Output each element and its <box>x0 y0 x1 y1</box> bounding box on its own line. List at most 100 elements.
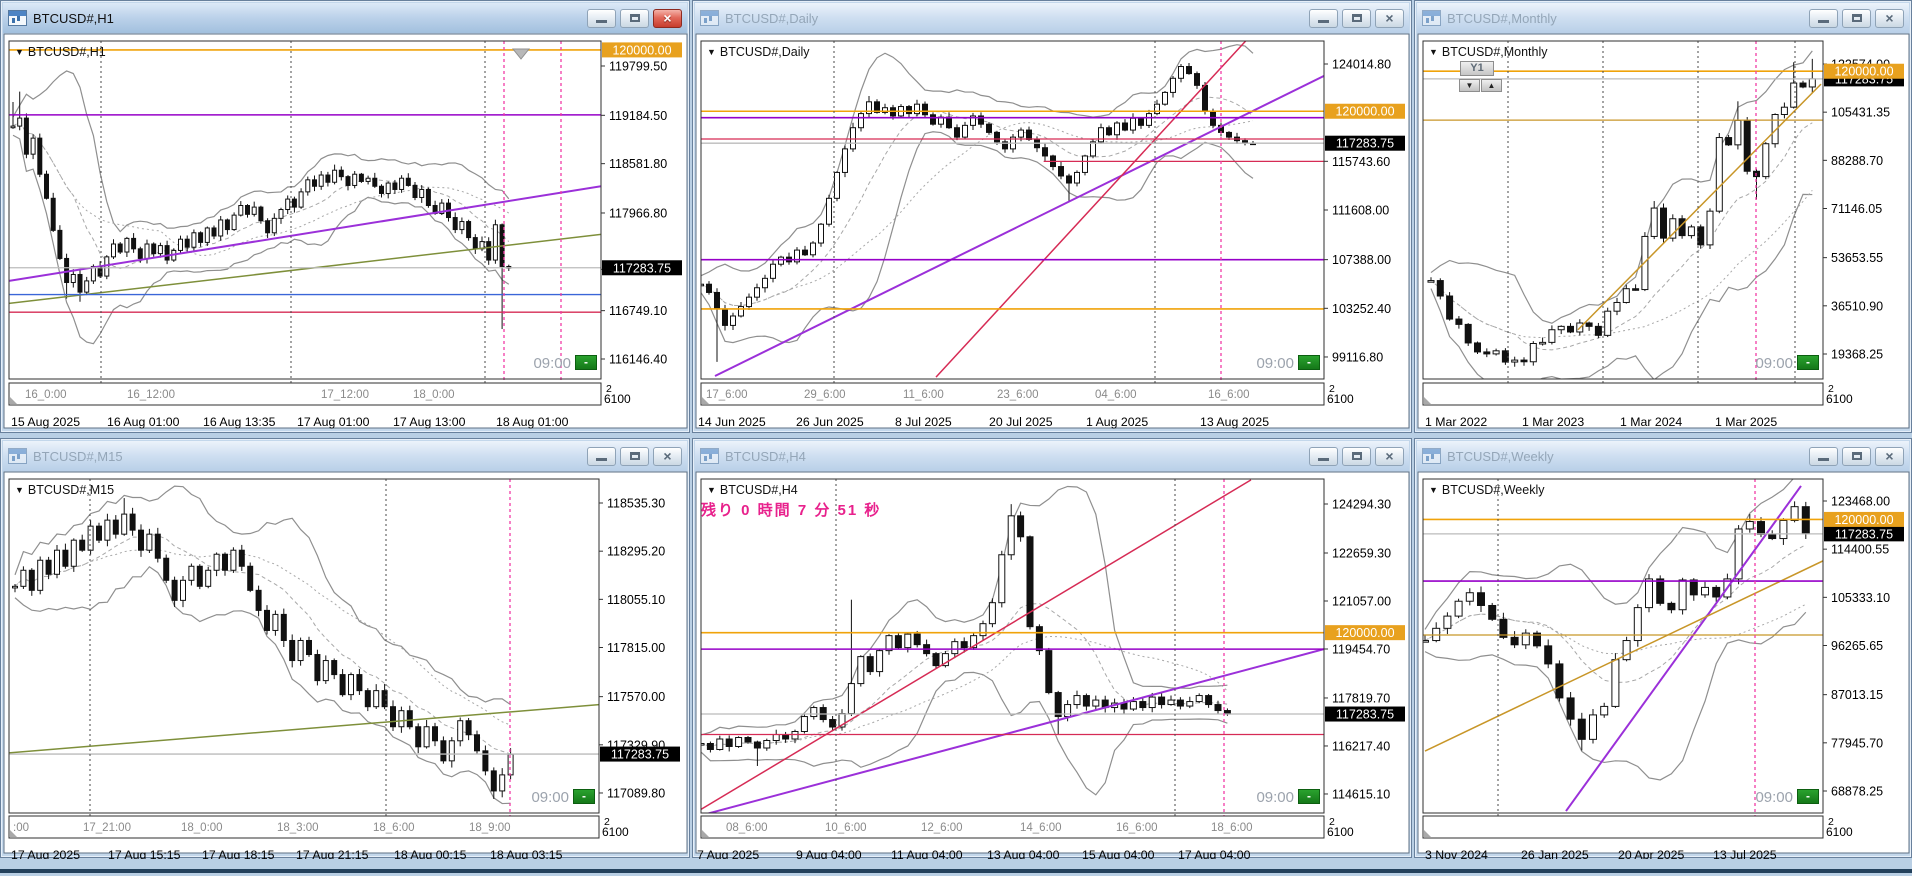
arrow-down-button[interactable]: ▼ <box>1459 79 1480 92</box>
maximize-button[interactable] <box>1342 447 1371 466</box>
x-axis-label: 1 Mar 2023 <box>1522 415 1584 429</box>
chart-window-weekly: 123468.00114400.55105333.1096265.6587013… <box>1414 438 1912 858</box>
window-titlebar[interactable]: BTCUSD#,Weekly × <box>1417 441 1909 471</box>
y-axis-label: 115743.60 <box>1332 155 1390 169</box>
maximize-button[interactable] <box>1342 9 1371 28</box>
y-axis-label: 114615.10 <box>1332 787 1390 801</box>
window-title: BTCUSD#,Weekly <box>1447 449 1805 464</box>
subwindow-time-label: 18_0:00 <box>181 822 223 834</box>
subwindow-time-label: 18_3:00 <box>277 822 319 834</box>
y-axis-label: 19368.25 <box>1831 347 1883 361</box>
x-axis-label: 18 Aug 00:15 <box>394 848 467 859</box>
chevron-down-icon: ▼ <box>15 485 24 495</box>
x-axis-label: 14 Jun 2025 <box>698 415 766 429</box>
subwindow-time-label: 18_9:00 <box>469 822 511 834</box>
price-marker: 120000.00 <box>1325 104 1405 119</box>
minimize-button[interactable] <box>587 9 616 28</box>
close-icon: × <box>1385 449 1393 463</box>
symbol-label[interactable]: ▼BTCUSD#,H1 <box>15 45 106 59</box>
window-titlebar[interactable]: BTCUSD#,H1 × <box>3 3 687 33</box>
x-axis-label: 13 Jul 2025 <box>1713 848 1777 859</box>
chevron-down-icon: ▼ <box>707 47 716 57</box>
subwindow-time-label: 14_6:00 <box>1020 822 1062 834</box>
window-title: BTCUSD#,Daily <box>725 11 1305 26</box>
ea-minimize-chip[interactable]: - <box>1797 789 1819 804</box>
price-marker: 120000.00 <box>602 42 682 57</box>
minimize-icon <box>1318 20 1329 23</box>
minimize-button[interactable] <box>1809 447 1838 466</box>
minimize-button[interactable] <box>1309 447 1338 466</box>
subwindow-time-label: 10_6:00 <box>825 822 867 834</box>
y-axis-label: 118055.10 <box>607 593 665 607</box>
symbol-label[interactable]: ▼BTCUSD#,H4 <box>707 483 798 497</box>
x-axis-label: 26 Jan 2025 <box>1521 848 1589 859</box>
maximize-button[interactable] <box>620 9 649 28</box>
x-axis-label: 15 Aug 2025 <box>11 415 80 429</box>
session-time-label: 09:00 <box>1723 789 1793 806</box>
ea-minimize-chip[interactable]: - <box>575 355 597 370</box>
subwindow-time-label: 17_21:00 <box>83 822 131 834</box>
y-axis-label: 117570.00 <box>607 690 665 704</box>
maximize-button[interactable] <box>620 447 649 466</box>
y-axis-label: 116749.10 <box>609 304 667 318</box>
y1-indicator-button[interactable]: Y1 <box>1460 61 1494 76</box>
y-axis-label: 119184.50 <box>609 109 667 123</box>
close-button[interactable]: × <box>653 447 682 466</box>
arrow-up-button[interactable]: ▲ <box>1481 79 1502 92</box>
x-axis-label: 3 Nov 2024 <box>1425 848 1488 859</box>
window-title: BTCUSD#,H4 <box>725 449 1305 464</box>
subwindow-time-label: 16_6:00 <box>1116 822 1158 834</box>
y-axis-label: 123468.00 <box>1831 494 1890 508</box>
x-axis-label: 16 Aug 13:35 <box>203 415 276 429</box>
close-button[interactable]: × <box>653 9 682 28</box>
window-titlebar[interactable]: BTCUSD#,M15 × <box>3 441 687 471</box>
x-axis-label: 8 Jul 2025 <box>895 415 952 429</box>
svg-text:117283.75: 117283.75 <box>1336 708 1394 722</box>
window-titlebar[interactable]: BTCUSD#,H4 × <box>695 441 1409 471</box>
chart-canvas-weekly[interactable]: 123468.00114400.55105333.1096265.6587013… <box>1415 439 1912 859</box>
close-button[interactable]: × <box>1875 9 1904 28</box>
price-marker: 120000.00 <box>1824 64 1904 79</box>
close-button[interactable]: × <box>1375 9 1404 28</box>
x-axis-label: 17 Aug 13:00 <box>393 415 466 429</box>
close-icon: × <box>1885 11 1893 25</box>
close-button[interactable]: × <box>1875 447 1904 466</box>
y-axis-label: 111608.00 <box>1332 203 1389 217</box>
ea-minimize-chip[interactable]: - <box>573 789 595 804</box>
y-axis-label: 118581.80 <box>609 157 667 171</box>
window-titlebar[interactable]: BTCUSD#,Monthly × <box>1417 3 1909 33</box>
bar-countdown-label: 残り 0 時間 7 分 51 秒 <box>701 499 881 520</box>
y-axis-label: 116217.40 <box>1332 739 1390 753</box>
subwindow-scale-min: 6100 <box>1327 825 1354 839</box>
maximize-button[interactable] <box>1842 9 1871 28</box>
y-axis-label: 96265.65 <box>1831 639 1883 653</box>
minimize-button[interactable] <box>1809 9 1838 28</box>
chevron-down-icon: ▼ <box>707 485 716 495</box>
ea-minimize-chip[interactable]: - <box>1298 355 1320 370</box>
symbol-label[interactable]: ▼BTCUSD#,Daily <box>707 45 810 59</box>
maximize-icon <box>630 14 640 22</box>
minimize-button[interactable] <box>587 447 616 466</box>
price-marker: 117283.75 <box>600 747 680 762</box>
chart-window-icon <box>700 448 719 464</box>
ea-minimize-chip[interactable]: - <box>1797 355 1819 370</box>
subwindow-scale-min: 6100 <box>1826 392 1853 406</box>
symbol-label[interactable]: ▼BTCUSD#,Monthly <box>1429 45 1548 59</box>
window-titlebar[interactable]: BTCUSD#,Daily × <box>695 3 1409 33</box>
y-axis-label: 117815.00 <box>607 641 665 655</box>
minimize-button[interactable] <box>1309 9 1338 28</box>
svg-text:120000.00: 120000.00 <box>1834 65 1893 79</box>
y-axis-label: 116146.40 <box>609 352 667 366</box>
subwindow-scale-min: 6100 <box>602 825 629 839</box>
session-time-label: 09:00 <box>499 789 569 806</box>
subwindow-time-label: 16_0:00 <box>25 389 67 401</box>
x-axis-label: 17 Aug 15:15 <box>108 848 181 859</box>
symbol-label[interactable]: ▼BTCUSD#,M15 <box>15 483 114 497</box>
maximize-icon <box>1352 14 1362 22</box>
close-button[interactable]: × <box>1375 447 1404 466</box>
symbol-label[interactable]: ▼BTCUSD#,Weekly <box>1429 483 1545 497</box>
maximize-button[interactable] <box>1842 447 1871 466</box>
ea-minimize-chip[interactable]: - <box>1298 789 1320 804</box>
chevron-down-icon: ▼ <box>1429 47 1438 57</box>
subwindow-scale-min: 6100 <box>1826 825 1853 839</box>
